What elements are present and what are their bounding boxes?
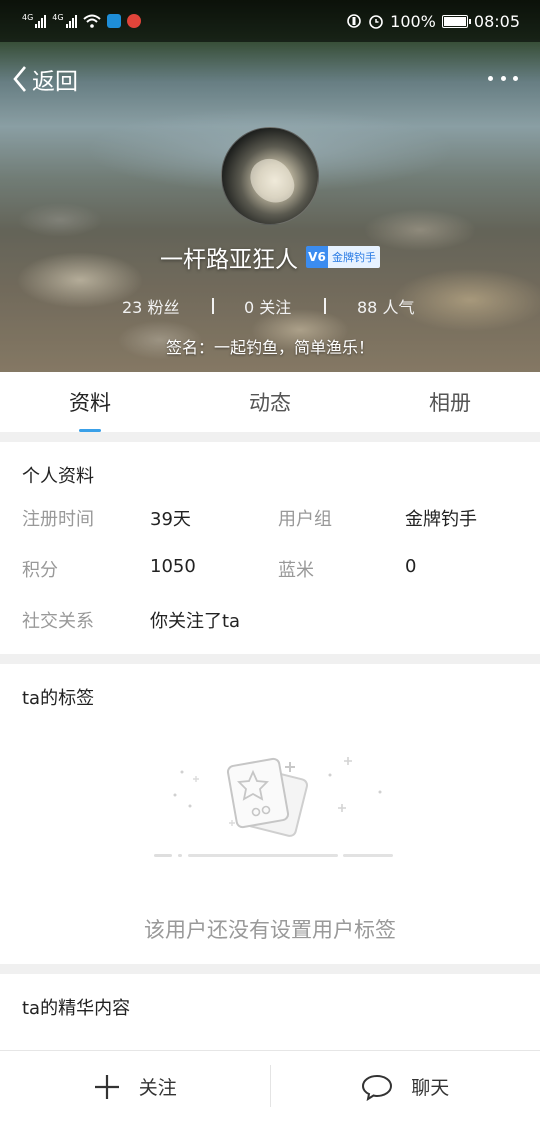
tab-activity[interactable]: 动态	[180, 372, 360, 432]
profile-stats: 23 粉丝 0 关注 88 人气	[0, 294, 540, 318]
tab-profile[interactable]: 资料	[0, 372, 180, 432]
fans-count[interactable]: 23 粉丝	[122, 294, 179, 318]
back-label: 返回	[32, 69, 78, 95]
clock: 08:05	[473, 11, 520, 31]
avatar[interactable]	[221, 127, 319, 225]
nickname-row: 一杆路亚狂人 V6 金牌钓手	[0, 240, 540, 274]
level-icon: V6	[306, 246, 328, 268]
user-group-label: 用户组	[278, 509, 332, 530]
signature: 签名：一起钓鱼，简单渔乐！	[165, 338, 374, 357]
wifi-icon	[82, 14, 101, 28]
more-options-button[interactable]	[488, 66, 518, 90]
essence-content-card: ta的精华内容	[0, 974, 540, 1050]
level-badge-label: 金牌钓手	[328, 246, 380, 268]
profile-tabs: 资料 动态 相册	[0, 372, 540, 432]
following-count[interactable]: 0 关注	[244, 294, 291, 318]
personal-info-card: 个人资料 注册时间 39天 用户组 金牌钓手 积分 1050 蓝米 0 社交关系…	[0, 442, 540, 654]
signal-icon: 4G	[22, 14, 47, 28]
chat-button[interactable]: 聊天	[271, 1051, 540, 1122]
user-group-value: 金牌钓手	[405, 509, 477, 530]
empty-tags-illustration-icon	[154, 757, 393, 857]
status-right: 100% 08:05	[346, 12, 520, 31]
register-time-label: 注册时间	[22, 509, 94, 530]
app-notification-icon	[126, 14, 141, 28]
bottom-action-bar: 关注 聊天	[0, 1050, 540, 1122]
vibrate-icon	[347, 14, 361, 28]
status-left: 4G 4G	[22, 14, 141, 28]
more-dots-icon	[488, 75, 493, 81]
chevron-left-icon	[13, 66, 26, 92]
points-label: 积分	[22, 560, 58, 581]
lanmi-label: 蓝米	[278, 560, 314, 581]
popularity-count[interactable]: 88 人气	[357, 294, 414, 318]
follow-button[interactable]: 关注	[0, 1051, 270, 1122]
battery-percent: 100%	[390, 11, 436, 31]
status-bar: 4G 4G 100% 08:05	[0, 0, 540, 42]
follow-label: 关注	[138, 1077, 177, 1099]
lanmi-value: 0	[405, 556, 417, 577]
alarm-icon	[369, 15, 383, 29]
chat-label: 聊天	[411, 1077, 450, 1099]
app-notification-icon	[106, 14, 121, 28]
social-label: 社交关系	[22, 611, 94, 632]
plus-icon	[94, 1074, 119, 1099]
level-badge: V6 金牌钓手	[306, 246, 380, 268]
points-value: 1050	[150, 556, 196, 577]
essence-content-title: ta的精华内容	[22, 998, 131, 1019]
chat-bubble-icon	[362, 1074, 393, 1101]
back-button[interactable]: 返回	[12, 62, 78, 96]
tab-album[interactable]: 相册	[360, 372, 540, 432]
user-tags-card: ta的标签 该用户还没有设置用户标签	[0, 664, 540, 964]
nickname: 一杆路亚狂人	[160, 247, 298, 273]
social-value: 你关注了ta	[150, 611, 241, 632]
stat-divider	[212, 298, 214, 314]
signal-icon: 4G	[52, 14, 77, 28]
empty-tags-message: 该用户还没有设置用户标签	[144, 918, 396, 942]
battery-icon	[441, 14, 471, 28]
top-navigation: 返回	[0, 56, 540, 104]
register-time-value: 39天	[150, 509, 191, 530]
stat-divider	[324, 298, 326, 314]
personal-info-title: 个人资料	[22, 466, 94, 487]
user-tags-title: ta的标签	[22, 688, 95, 709]
